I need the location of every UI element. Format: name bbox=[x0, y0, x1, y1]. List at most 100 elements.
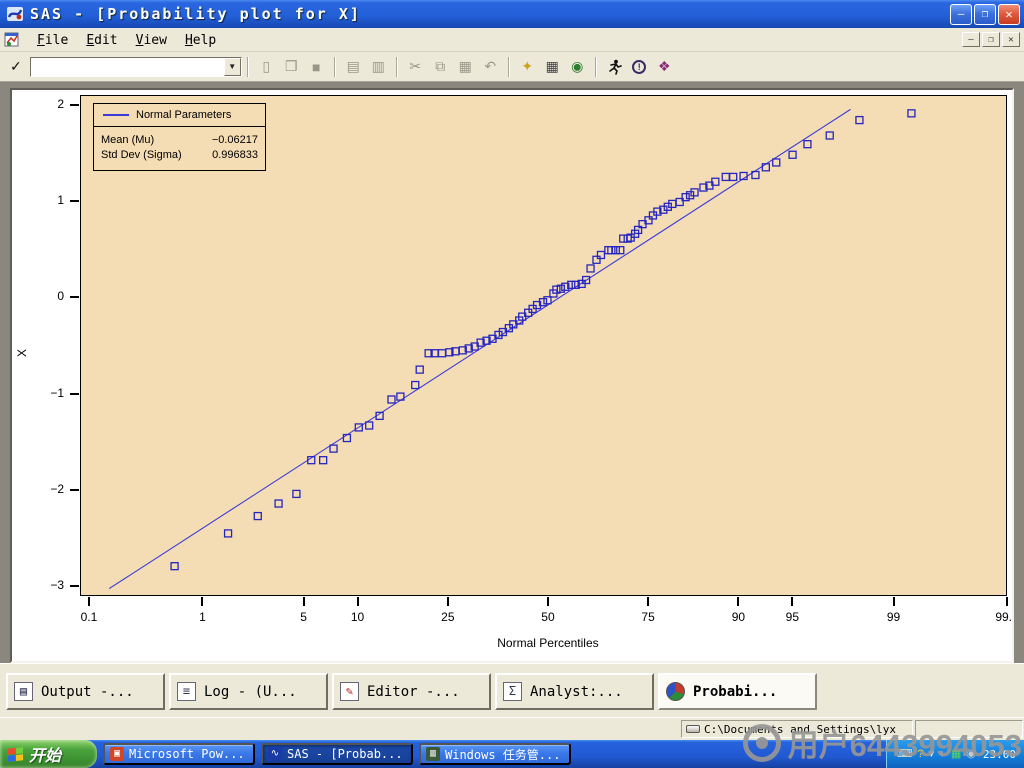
x-tick-mark bbox=[547, 597, 549, 606]
log-window-icon: ≡ bbox=[177, 682, 196, 701]
data-point bbox=[225, 530, 232, 537]
taskbar-button-powerpoint[interactable]: ▣Microsoft Pow... bbox=[103, 743, 255, 765]
cut-icon[interactable]: ✂ bbox=[404, 56, 427, 78]
window-button-log[interactable]: ≡ Log - (U... bbox=[169, 673, 328, 710]
plot-canvas bbox=[81, 96, 1008, 597]
data-point bbox=[416, 366, 423, 373]
window-button-label: Log - (U... bbox=[204, 684, 297, 700]
network-tray-icon[interactable]: ▦ bbox=[951, 747, 961, 761]
print-preview-icon[interactable]: ▥ bbox=[367, 56, 390, 78]
y-tick-mark bbox=[70, 200, 79, 202]
x-tick-mark bbox=[88, 597, 90, 606]
status-extra-field bbox=[915, 720, 1023, 738]
probability-plot-window: Normal Parameters Mean (Mu) −0.06217 Std… bbox=[10, 88, 1014, 663]
toolbar: ✓ ▼ ▯❒■▤▥✂⧉▦↶✦▦◉!❖ bbox=[0, 52, 1024, 82]
x-tick-label: 99 bbox=[872, 610, 916, 624]
window-button-label: Editor -... bbox=[367, 684, 460, 700]
mean-label: Mean (Mu) bbox=[101, 134, 154, 146]
y-tick-mark bbox=[70, 393, 79, 395]
chevron-tray-icon[interactable]: ▾ bbox=[929, 747, 935, 761]
x-tick-label: 90 bbox=[716, 610, 760, 624]
working-directory-path: C:\Documents and Settings\lyx bbox=[704, 723, 896, 736]
normal-fit-line bbox=[109, 109, 850, 588]
x-tick-mark bbox=[893, 597, 895, 606]
x-tick-mark bbox=[303, 597, 305, 606]
status-bar: C:\Documents and Settings\lyx bbox=[0, 717, 1024, 740]
stddev-label: Std Dev (Sigma) bbox=[101, 149, 182, 161]
child-restore-button[interactable]: ❐ bbox=[982, 32, 1000, 47]
child-window-icon bbox=[4, 32, 20, 48]
window-button-label: Probabi... bbox=[693, 684, 777, 700]
data-point bbox=[388, 396, 395, 403]
data-point bbox=[275, 500, 282, 507]
copy-icon[interactable]: ⧉ bbox=[429, 56, 452, 78]
find-folder-icon[interactable]: ◉ bbox=[566, 56, 589, 78]
window-button-label: Analyst:... bbox=[530, 684, 623, 700]
x-tick-mark bbox=[647, 597, 649, 606]
child-close-button[interactable]: ✕ bbox=[1002, 32, 1020, 47]
open-folder-icon[interactable]: ❒ bbox=[280, 56, 303, 78]
window-button-label: Output -... bbox=[41, 684, 134, 700]
screen: SAS - [Probability plot for X] – ❐ ✕ Fil… bbox=[0, 0, 1024, 768]
data-point bbox=[762, 164, 769, 171]
ime-tray-icon[interactable]: ◐ bbox=[939, 747, 946, 761]
windows-flag-icon bbox=[8, 747, 23, 762]
y-tick-mark bbox=[70, 489, 79, 491]
help-tray-icon[interactable]: ? bbox=[918, 747, 924, 761]
menu-file[interactable]: File bbox=[28, 31, 77, 50]
close-button[interactable]: ✕ bbox=[998, 4, 1020, 25]
data-point bbox=[620, 235, 627, 242]
menu-edit[interactable]: Edit bbox=[77, 31, 126, 50]
volume-tray-icon[interactable]: ◉ bbox=[966, 747, 976, 761]
new-library-icon[interactable]: ✦ bbox=[516, 56, 539, 78]
data-point bbox=[593, 256, 600, 263]
undo-icon[interactable]: ↶ bbox=[479, 56, 502, 78]
break-info-icon[interactable]: ! bbox=[628, 56, 651, 78]
start-button[interactable]: 开始 bbox=[0, 740, 97, 768]
start-label: 开始 bbox=[29, 742, 61, 766]
command-dropdown-button[interactable]: ▼ bbox=[224, 58, 241, 76]
data-point bbox=[544, 297, 551, 304]
x-tick-label: 50 bbox=[526, 610, 570, 624]
child-minimize-button[interactable]: – bbox=[962, 32, 980, 47]
paste-icon[interactable]: ▦ bbox=[454, 56, 477, 78]
powerpoint-icon: ▣ bbox=[110, 747, 124, 761]
y-tick-label: −3 bbox=[32, 578, 64, 592]
x-tick-label: 1 bbox=[180, 610, 224, 624]
minimize-button[interactable]: – bbox=[950, 4, 972, 25]
x-tick-mark bbox=[201, 597, 203, 606]
new-document-icon[interactable]: ▯ bbox=[255, 56, 278, 78]
help-book-icon[interactable]: ❖ bbox=[653, 56, 676, 78]
status-message-area bbox=[0, 718, 680, 740]
y-tick-label: −2 bbox=[32, 482, 64, 496]
workspace: Normal Parameters Mean (Mu) −0.06217 Std… bbox=[0, 82, 1024, 663]
window-button-analyst[interactable]: ΣAnalyst:... bbox=[495, 673, 654, 710]
keyboard-tray-icon[interactable]: ⌨ bbox=[897, 747, 913, 761]
x-tick-mark bbox=[1006, 597, 1008, 606]
save-icon[interactable]: ■ bbox=[305, 56, 328, 78]
restore-button[interactable]: ❐ bbox=[974, 4, 996, 25]
taskbar-button-task-manager[interactable]: ▥Windows 任务管... bbox=[419, 743, 571, 765]
x-tick-mark bbox=[791, 597, 793, 606]
window-button-output[interactable]: ▤Output -... bbox=[6, 673, 165, 710]
title-bar: SAS - [Probability plot for X] – ❐ ✕ bbox=[0, 0, 1024, 28]
sas-taskbar-icon: ∿ bbox=[268, 747, 282, 761]
window-button-probability-plot[interactable]: ◔Probabi... bbox=[658, 673, 817, 710]
menu-help[interactable]: Help bbox=[176, 31, 225, 50]
data-point bbox=[617, 247, 624, 254]
data-point bbox=[438, 350, 445, 357]
print-icon[interactable]: ▤ bbox=[342, 56, 365, 78]
window-button-editor[interactable]: ✎Editor -... bbox=[332, 673, 491, 710]
x-tick-label: 5 bbox=[282, 610, 326, 624]
command-input[interactable] bbox=[31, 59, 224, 75]
run-submit-icon[interactable] bbox=[603, 56, 626, 78]
data-point bbox=[804, 141, 811, 148]
menu-view[interactable]: View bbox=[127, 31, 176, 50]
y-tick-label: 0 bbox=[32, 289, 64, 303]
data-point bbox=[612, 247, 619, 254]
window-list-icon[interactable]: ▦ bbox=[541, 56, 564, 78]
taskbar-button-sas-taskbar[interactable]: ∿ SAS - [Probab... bbox=[261, 743, 413, 765]
taskbar-button-label: SAS - [Probab... bbox=[287, 747, 403, 761]
x-tick-label: 10 bbox=[336, 610, 380, 624]
x-tick-label: 95 bbox=[770, 610, 814, 624]
